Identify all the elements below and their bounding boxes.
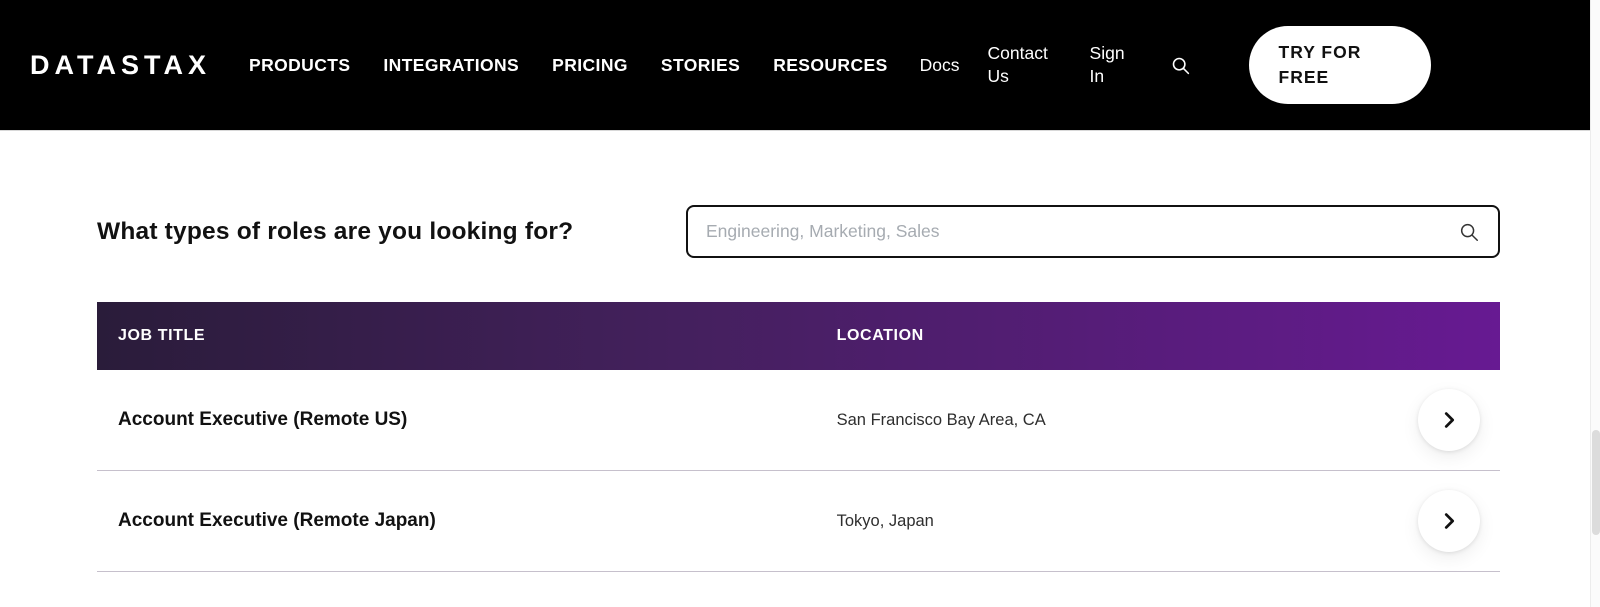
careers-search-section: What types of roles are you looking for?… — [0, 205, 1600, 572]
column-header-location: LOCATION — [837, 327, 924, 345]
chevron-right-icon — [1438, 409, 1460, 431]
nav-item-sign-in[interactable]: Sign In — [1090, 42, 1138, 88]
roles-question-heading: What types of roles are you looking for? — [97, 218, 573, 246]
nav-item-contact-us[interactable]: Contact Us — [988, 42, 1062, 88]
primary-nav: PRODUCTS INTEGRATIONS PRICING STORIES RE… — [249, 55, 888, 76]
roles-search-input[interactable] — [686, 205, 1500, 258]
nav-item-integrations[interactable]: INTEGRATIONS — [383, 55, 519, 76]
search-icon[interactable] — [1170, 55, 1191, 76]
secondary-nav: Docs Contact Us Sign In — [920, 42, 1138, 88]
job-open-button[interactable] — [1418, 389, 1480, 451]
datastax-logo[interactable]: DATASTAX — [30, 50, 211, 81]
nav-item-products[interactable]: PRODUCTS — [249, 55, 350, 76]
page-scrollbar[interactable] — [1590, 0, 1600, 607]
roles-search-box — [686, 205, 1500, 258]
role-search-row: What types of roles are you looking for? — [97, 205, 1500, 258]
jobs-table-header: JOB TITLE LOCATION — [97, 302, 1500, 370]
nav-item-docs[interactable]: Docs — [920, 54, 960, 77]
nav-item-pricing[interactable]: PRICING — [552, 55, 628, 76]
try-for-free-button[interactable]: TRY FOR FREE — [1249, 26, 1431, 104]
job-open-button[interactable] — [1418, 490, 1480, 552]
nav-item-stories[interactable]: STORIES — [661, 55, 740, 76]
job-location: Tokyo, Japan — [837, 512, 934, 531]
chevron-right-icon — [1438, 510, 1460, 532]
nav-item-resources[interactable]: RESOURCES — [773, 55, 887, 76]
job-title: Account Executive (Remote Japan) — [118, 510, 837, 532]
search-icon[interactable] — [1458, 221, 1480, 243]
jobs-table: JOB TITLE LOCATION Account Executive (Re… — [97, 302, 1500, 572]
job-title: Account Executive (Remote US) — [118, 409, 837, 431]
job-row[interactable]: Account Executive (Remote Japan) Tokyo, … — [97, 471, 1500, 572]
job-location: San Francisco Bay Area, CA — [837, 411, 1046, 430]
column-header-job-title: JOB TITLE — [118, 327, 837, 345]
job-row[interactable]: Account Executive (Remote US) San Franci… — [97, 370, 1500, 471]
site-header: DATASTAX PRODUCTS INTEGRATIONS PRICING S… — [0, 0, 1600, 130]
scrollbar-thumb[interactable] — [1592, 430, 1600, 535]
